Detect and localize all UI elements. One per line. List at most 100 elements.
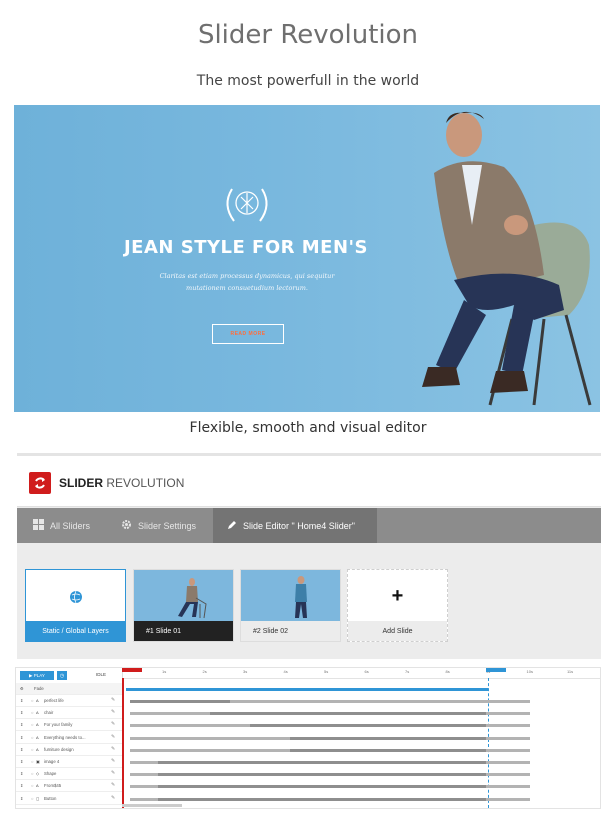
layer-timing-bar[interactable] <box>130 712 530 716</box>
ruler-tick-label: 1s <box>162 669 167 674</box>
shape-icon: ◇ <box>36 771 40 777</box>
edit-pencil-icon[interactable]: ✎ <box>111 721 115 727</box>
add-slide-button[interactable]: + Add Slide <box>347 569 448 642</box>
edit-pencil-icon[interactable]: ✎ <box>111 746 115 752</box>
layer-name: Button <box>44 795 57 801</box>
slide-02[interactable]: #2 Slide 02 <box>240 569 341 642</box>
drag-handle-icon[interactable]: ⇕ <box>20 698 23 703</box>
visibility-icon[interactable]: ◌ <box>31 771 33 776</box>
ruler-tick-label: 3s <box>243 669 248 674</box>
pencil-icon <box>227 520 237 532</box>
layer-timing-bar[interactable] <box>130 736 530 740</box>
tab-all-sliders[interactable]: All Sliders <box>33 508 123 543</box>
drag-handle-icon[interactable]: ⇕ <box>20 771 23 776</box>
tab-label: All Sliders <box>50 520 91 531</box>
timeline-layer-row[interactable]: ⇕ ◌ A Everything needs to... ✎ <box>16 732 122 744</box>
layer-active-segment[interactable] <box>250 724 486 728</box>
editor-header: SLIDER REVOLUTION <box>17 456 601 507</box>
layer-timeline: ▶ PLAY ◷ IDLE ⚙ Fade ⇕ ◌ Aperfect life ✎ ⇕ ◌ A… <box>15 667 601 809</box>
drag-handle-icon[interactable]: ⇕ <box>20 759 23 764</box>
drag-handle-icon[interactable]: ⇕ <box>20 735 23 740</box>
layer-active-segment[interactable] <box>130 700 230 703</box>
drag-handle-icon[interactable]: ⇕ <box>20 722 23 727</box>
end-marker[interactable] <box>486 668 506 672</box>
edit-pencil-icon[interactable]: ✎ <box>111 709 115 715</box>
read-more-button[interactable]: READ MORE <box>212 324 284 344</box>
edit-pencil-icon[interactable]: ✎ <box>111 770 115 776</box>
play-button[interactable]: ▶ PLAY <box>20 671 54 680</box>
loop-icon[interactable]: ◷ <box>57 671 67 680</box>
brand-light: REVOLUTION <box>106 476 185 490</box>
start-marker[interactable] <box>122 668 142 672</box>
timeline-layer-row[interactable]: ⇕ ◌ ◻ Button ✎ <box>16 793 122 805</box>
tab-slide-editor[interactable]: Slide Editor " Home4 Slider" <box>213 508 377 543</box>
slide-label: #2 Slide 02 <box>241 621 340 641</box>
drag-handle-icon[interactable]: ⇕ <box>20 710 23 715</box>
timeline-layer-row[interactable]: ⇕ ◌ A For your family ✎ <box>16 719 122 732</box>
visibility-icon[interactable]: ◌ <box>31 759 33 764</box>
layer-timing-bar[interactable] <box>130 724 530 728</box>
layer-timing-bar[interactable] <box>130 797 530 801</box>
image-icon: ▣ <box>36 759 40 764</box>
drag-handle-icon[interactable]: ⇕ <box>20 796 23 801</box>
visibility-icon[interactable]: ◌ <box>31 747 33 752</box>
model-photo <box>422 111 592 406</box>
visibility-icon[interactable]: ◌ <box>31 783 33 788</box>
layer-timing-bar[interactable] <box>130 785 530 789</box>
edit-pencil-icon[interactable]: ✎ <box>111 697 115 703</box>
slide-static-global-layers[interactable]: Static / Global Layers <box>25 569 126 642</box>
timeline-layer-row[interactable]: ⇕ ◌ A From$45 ✎ <box>16 780 122 793</box>
timeline-header-row: ⚙ Fade <box>16 683 122 695</box>
tab-slider-settings[interactable]: Slider Settings <box>121 508 217 543</box>
edit-pencil-icon[interactable]: ✎ <box>111 782 115 788</box>
layer-timing-bar[interactable] <box>130 773 530 777</box>
visibility-icon[interactable]: ◌ <box>31 735 33 740</box>
layer-active-segment[interactable] <box>158 785 486 789</box>
timeline-layer-row[interactable]: ⇕ ◌ ◇ Shape ✎ <box>16 768 122 781</box>
tab-label: Slide Editor " Home4 Slider" <box>243 520 355 531</box>
ruler-tick-label: 11s <box>567 669 574 674</box>
timeline-layer-row[interactable]: ⇕ ◌ ▣ image 4 ✎ <box>16 756 122 768</box>
tab-label: Slider Settings <box>138 520 197 531</box>
timeline-layer-row[interactable]: ⇕ ◌ Afurniture design ✎ <box>16 744 122 756</box>
layer-active-segment[interactable] <box>290 736 486 740</box>
edit-pencil-icon[interactable]: ✎ <box>111 795 115 801</box>
drag-handle-icon[interactable]: ⇕ <box>20 747 23 752</box>
layer-active-segment[interactable] <box>210 712 486 716</box>
layer-active-segment[interactable] <box>158 797 486 801</box>
slide-thumb <box>241 570 340 623</box>
drag-handle-icon[interactable]: ⇕ <box>20 783 23 788</box>
layer-name: image 4 <box>44 759 60 764</box>
ruler-tick-label: 4s <box>283 669 288 674</box>
visibility-icon[interactable]: ◌ <box>31 710 33 715</box>
edit-pencil-icon[interactable]: ✎ <box>111 758 115 764</box>
layer-timing-bar[interactable] <box>130 700 530 703</box>
hero-text: Claritas est etiam processus dynamicus, … <box>159 272 335 292</box>
layer-timing-bar[interactable] <box>130 761 530 764</box>
plus-icon: + <box>348 570 447 623</box>
visibility-icon[interactable]: ◌ <box>31 698 33 703</box>
ruler-tick-label: 6s <box>364 669 369 674</box>
timeline-layer-row[interactable]: ⇕ ◌ Aperfect life ✎ <box>16 695 122 707</box>
timeline-layer-row[interactable]: ⇕ ◌ Achair ✎ <box>16 707 122 720</box>
hero-banner: JEAN STYLE FOR MEN'S Claritas est etiam … <box>14 105 600 412</box>
layer-active-segment[interactable] <box>158 773 486 777</box>
visibility-icon[interactable]: ◌ <box>31 796 33 801</box>
edit-pencil-icon[interactable]: ✎ <box>111 734 115 740</box>
layer-active-segment[interactable] <box>290 748 486 752</box>
playhead-line[interactable] <box>122 678 124 808</box>
text-icon: A <box>36 722 39 728</box>
slide-duration-bar[interactable] <box>126 688 488 691</box>
slide-label: Static / Global Layers <box>26 621 125 641</box>
timeline-status: IDLE <box>96 672 107 677</box>
editor-tabs: All Sliders Slider Settings Slide Editor… <box>17 508 601 543</box>
slide-thumb <box>26 570 125 623</box>
slide-01[interactable]: #1 Slide 01 <box>133 569 234 642</box>
layer-name: furniture design <box>44 746 74 752</box>
slide-thumb <box>134 570 233 623</box>
text-icon: A <box>36 710 39 716</box>
layer-timing-bar[interactable] <box>130 748 530 752</box>
layer-active-segment[interactable] <box>158 761 486 764</box>
visibility-icon[interactable]: ◌ <box>31 722 33 727</box>
timeline-scrollbar[interactable] <box>122 804 182 807</box>
